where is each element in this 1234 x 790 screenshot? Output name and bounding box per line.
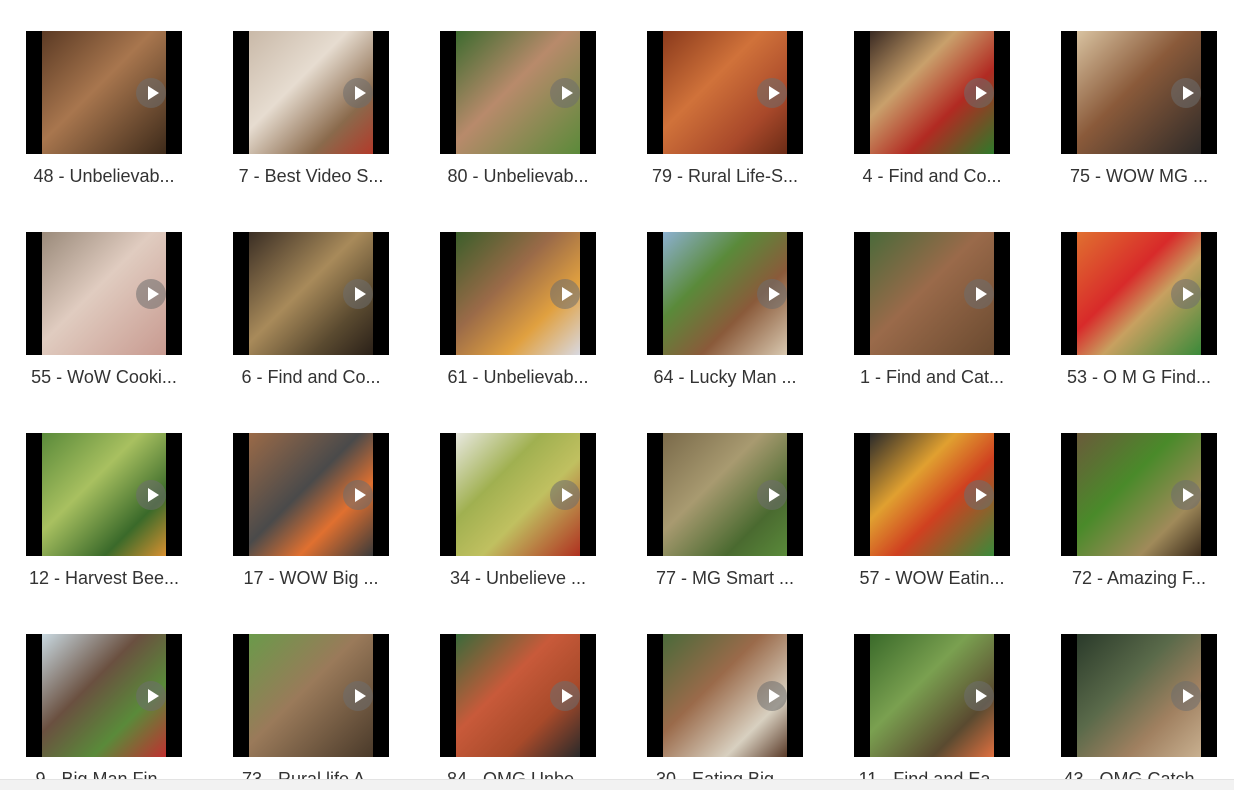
play-icon[interactable] (343, 77, 373, 108)
video-thumbnail[interactable] (854, 634, 1010, 757)
video-thumbnail[interactable] (233, 232, 389, 355)
video-tile[interactable]: 17 - WOW Big ... (233, 433, 389, 589)
video-thumbnail[interactable] (26, 232, 182, 355)
video-tile[interactable]: 7 - Best Video S... (233, 31, 389, 187)
play-icon[interactable] (136, 278, 166, 309)
video-title: 55 - WoW Cooki... (31, 367, 177, 387)
video-thumbnail[interactable] (647, 232, 803, 355)
play-icon[interactable] (343, 479, 373, 510)
play-icon[interactable] (136, 77, 166, 108)
video-tile[interactable]: 1 - Find and Cat... (854, 232, 1010, 388)
video-thumbnail[interactable] (440, 433, 596, 556)
play-icon[interactable] (964, 680, 994, 711)
play-icon[interactable] (550, 680, 580, 711)
video-tile[interactable]: 34 - Unbelieve ... (440, 433, 596, 589)
video-thumbnail[interactable] (233, 634, 389, 757)
play-icon[interactable] (757, 680, 787, 711)
play-icon[interactable] (550, 77, 580, 108)
video-tile[interactable]: 61 - Unbelievab... (440, 232, 596, 388)
video-thumbnail[interactable] (1061, 232, 1217, 355)
play-icon[interactable] (964, 278, 994, 309)
video-grid: 48 - Unbelievab... 7 - Best Video S... 80 … (26, 31, 1217, 790)
play-icon[interactable] (343, 278, 373, 309)
play-icon[interactable] (964, 479, 994, 510)
video-title: 79 - Rural Life-S... (651, 166, 799, 186)
video-title: 4 - Find and Co... (862, 166, 1002, 186)
video-thumbnail[interactable] (233, 31, 389, 154)
video-thumbnail[interactable] (440, 232, 596, 355)
video-title: 77 - MG Smart ... (655, 568, 795, 588)
video-tile[interactable]: 30 - Eating Big ... (647, 634, 803, 790)
bottom-scroll-edge (0, 779, 1234, 790)
play-icon[interactable] (1171, 77, 1201, 108)
play-icon[interactable] (343, 680, 373, 711)
play-icon[interactable] (550, 479, 580, 510)
video-thumbnail[interactable] (26, 433, 182, 556)
video-title: 72 - Amazing F... (1071, 568, 1207, 588)
video-tile[interactable]: 84 - OMG Unbe... (440, 634, 596, 790)
video-thumbnail[interactable] (26, 31, 182, 154)
video-tile[interactable]: 57 - WOW Eatin... (854, 433, 1010, 589)
video-thumbnail[interactable] (854, 232, 1010, 355)
play-icon[interactable] (136, 680, 166, 711)
video-title: 6 - Find and Co... (241, 367, 381, 387)
play-icon[interactable] (550, 278, 580, 309)
video-tile[interactable]: 6 - Find and Co... (233, 232, 389, 388)
video-title: 17 - WOW Big ... (243, 568, 379, 588)
video-title: 34 - Unbelieve ... (449, 568, 587, 588)
play-icon[interactable] (757, 479, 787, 510)
play-icon[interactable] (1171, 680, 1201, 711)
video-title: 7 - Best Video S... (238, 166, 384, 186)
video-tile[interactable]: 4 - Find and Co... (854, 31, 1010, 187)
play-icon[interactable] (757, 77, 787, 108)
play-icon[interactable] (1171, 479, 1201, 510)
play-icon[interactable] (757, 278, 787, 309)
video-tile[interactable]: 72 - Amazing F... (1061, 433, 1217, 589)
play-icon[interactable] (1171, 278, 1201, 309)
video-thumbnail[interactable] (854, 433, 1010, 556)
video-title: 57 - WOW Eatin... (859, 568, 1005, 588)
video-tile[interactable]: 48 - Unbelievab... (26, 31, 182, 187)
video-title: 1 - Find and Cat... (859, 367, 1005, 387)
video-thumbnail[interactable] (1061, 31, 1217, 154)
video-tile[interactable]: 12 - Harvest Bee... (26, 433, 182, 589)
video-title: 12 - Harvest Bee... (28, 568, 180, 588)
video-title: 75 - WOW MG ... (1070, 166, 1208, 186)
video-tile[interactable]: 11 - Find and Ea... (854, 634, 1010, 790)
video-thumbnail[interactable] (1061, 634, 1217, 757)
video-title: 48 - Unbelievab... (33, 166, 175, 186)
video-title: 80 - Unbelievab... (447, 166, 589, 186)
video-thumbnail[interactable] (854, 31, 1010, 154)
video-thumbnail[interactable] (647, 433, 803, 556)
video-title: 53 - O M G Find... (1066, 367, 1212, 387)
video-tile[interactable]: 9 - Big Man Fin... (26, 634, 182, 790)
video-thumbnail[interactable] (26, 634, 182, 757)
video-tile[interactable]: 64 - Lucky Man ... (647, 232, 803, 388)
play-icon[interactable] (964, 77, 994, 108)
video-tile[interactable]: 77 - MG Smart ... (647, 433, 803, 589)
video-thumbnail[interactable] (647, 31, 803, 154)
video-title: 61 - Unbelievab... (447, 367, 589, 387)
video-thumbnail[interactable] (647, 634, 803, 757)
video-tile[interactable]: 43 - OMG Catch ... (1061, 634, 1217, 790)
video-thumbnail[interactable] (233, 433, 389, 556)
video-tile[interactable]: 80 - Unbelievab... (440, 31, 596, 187)
video-tile[interactable]: 75 - WOW MG ... (1061, 31, 1217, 187)
video-thumbnail[interactable] (440, 634, 596, 757)
video-title: 64 - Lucky Man ... (653, 367, 797, 387)
video-tile[interactable]: 79 - Rural Life-S... (647, 31, 803, 187)
video-thumbnail[interactable] (440, 31, 596, 154)
video-tile[interactable]: 53 - O M G Find... (1061, 232, 1217, 388)
video-thumbnail[interactable] (1061, 433, 1217, 556)
video-tile[interactable]: 55 - WoW Cooki... (26, 232, 182, 388)
play-icon[interactable] (136, 479, 166, 510)
video-tile[interactable]: 73 - Rural life A... (233, 634, 389, 790)
